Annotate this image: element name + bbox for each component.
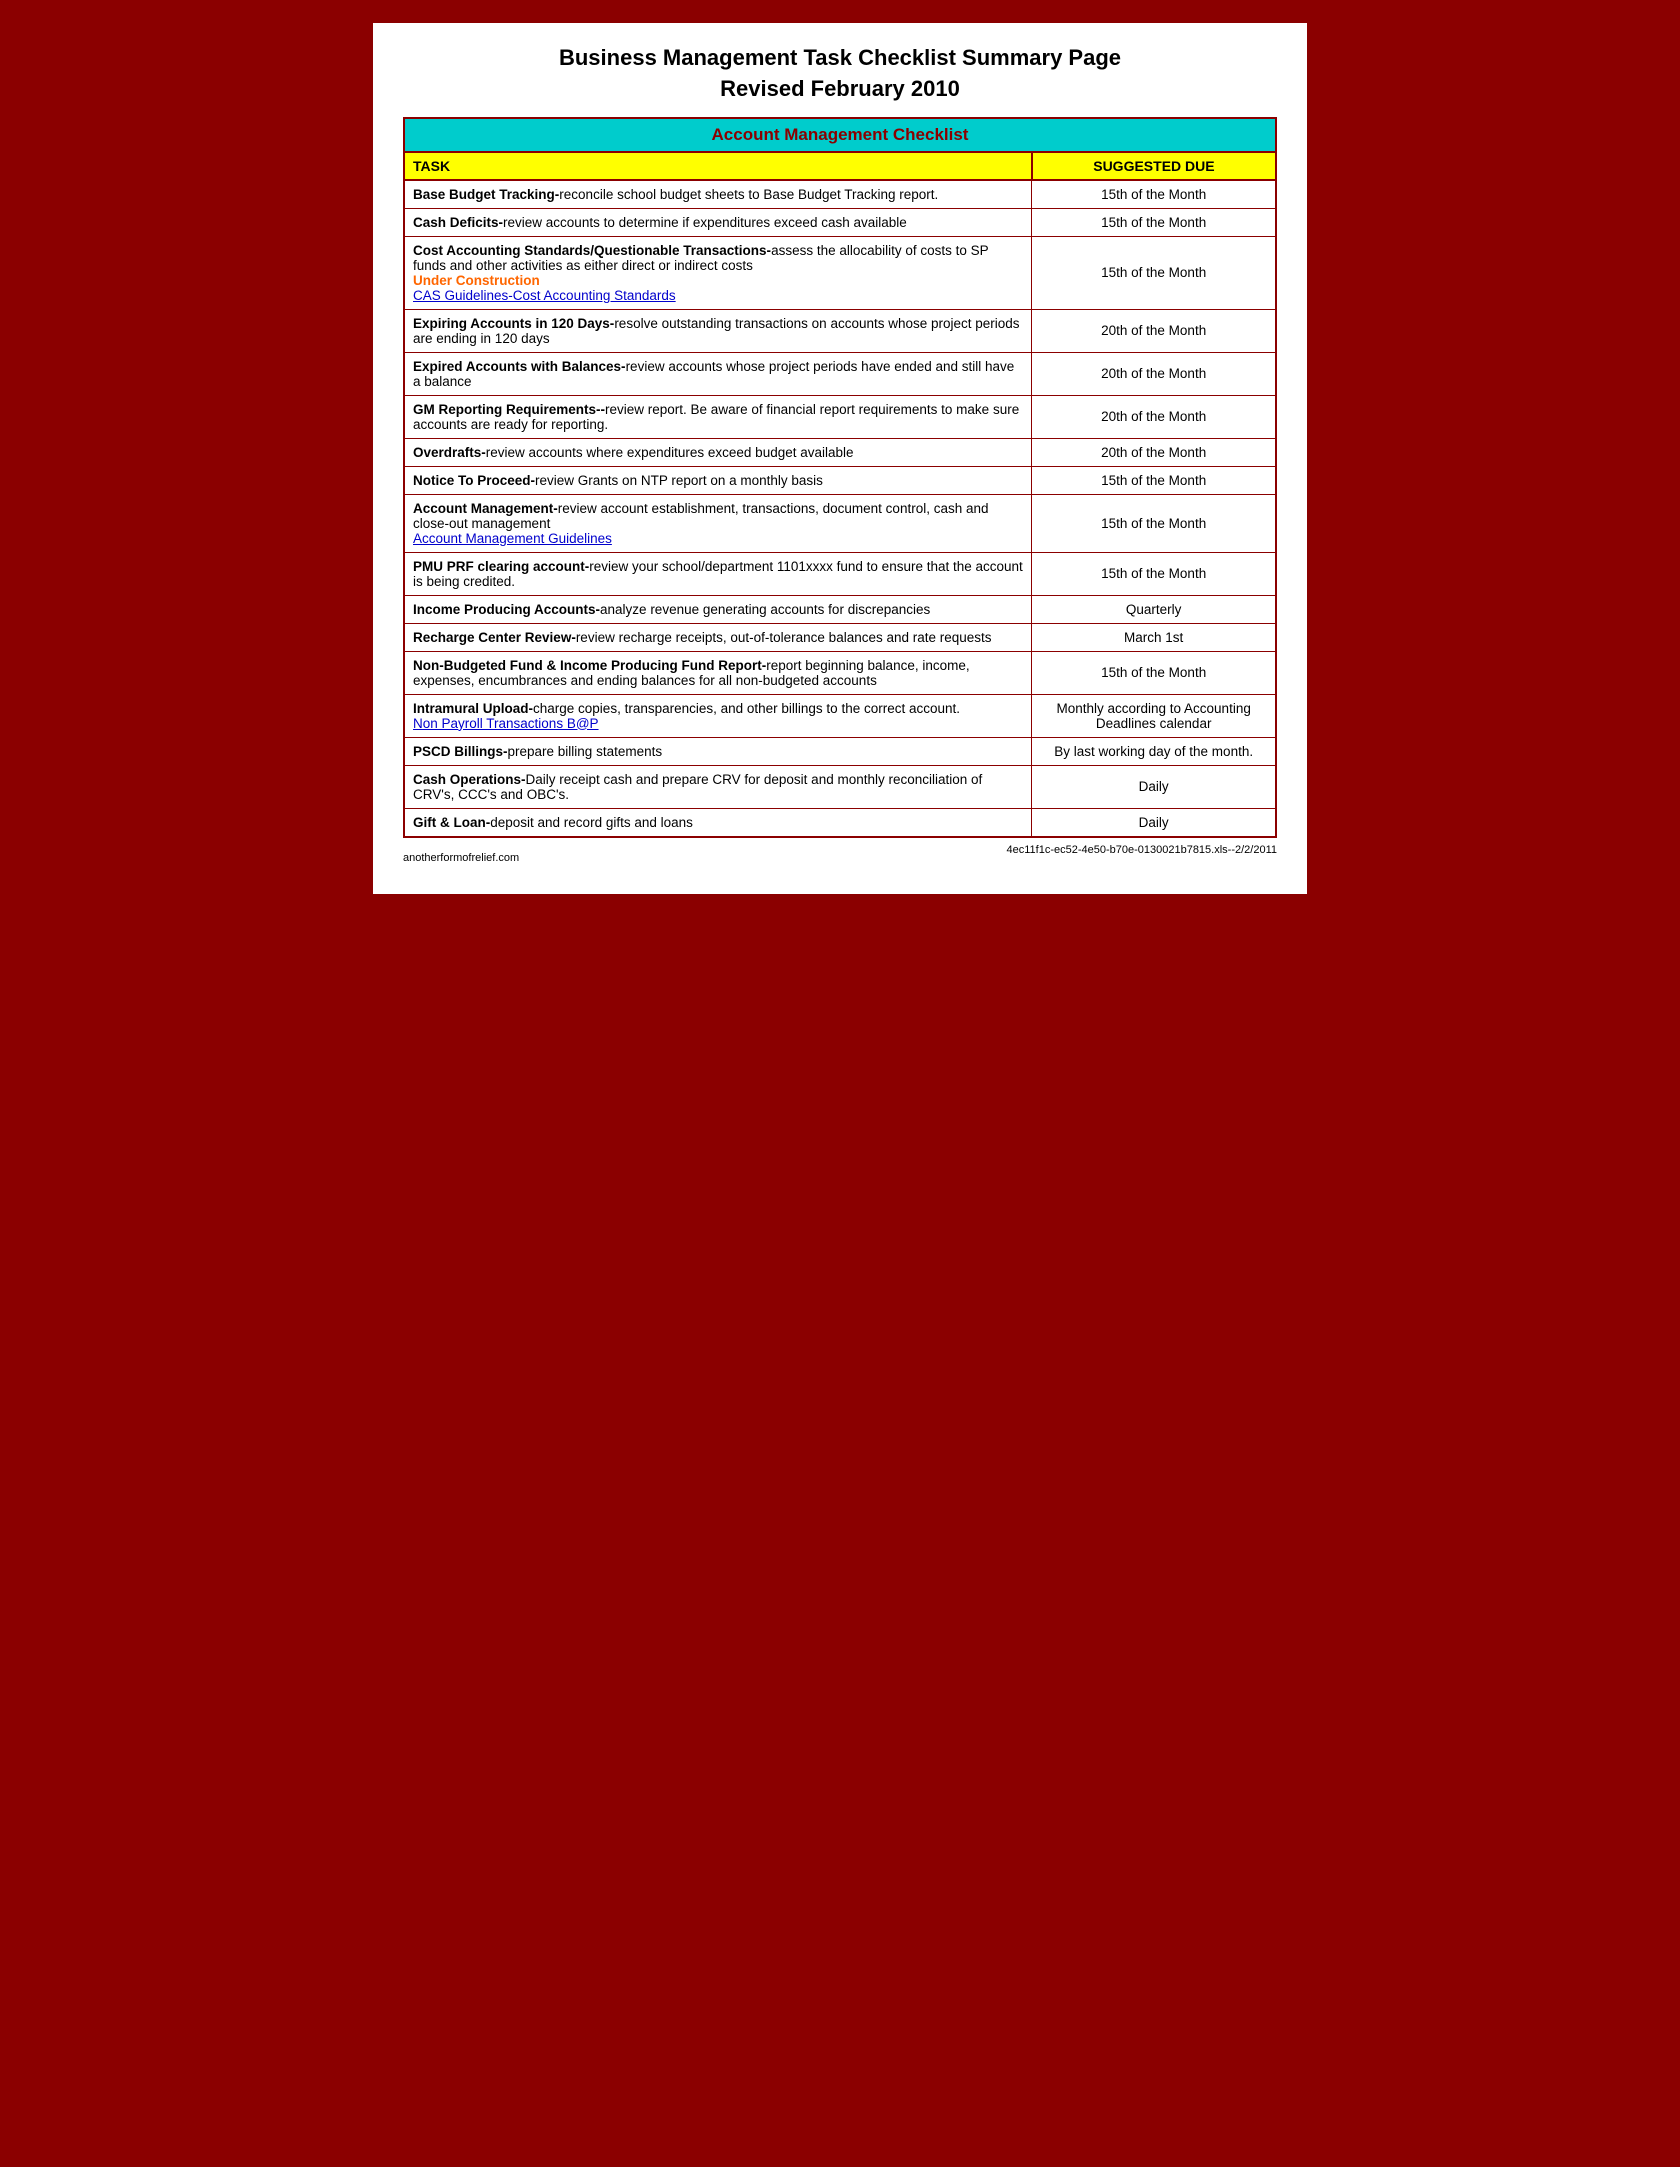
page-title: Business Management Task Checklist Summa…	[403, 43, 1277, 105]
due-cell: Monthly according to Accounting Deadline…	[1032, 694, 1276, 737]
task-bold-text: Gift & Loan-	[413, 815, 490, 830]
table-row: Cash Operations-Daily receipt cash and p…	[404, 765, 1276, 808]
task-cell: PMU PRF clearing account-review your sch…	[404, 552, 1032, 595]
due-cell: March 1st	[1032, 623, 1276, 651]
due-cell: 15th of the Month	[1032, 236, 1276, 309]
task-bold-text: Account Management-	[413, 501, 558, 516]
task-cell: Notice To Proceed-review Grants on NTP r…	[404, 466, 1032, 494]
due-cell: 20th of the Month	[1032, 438, 1276, 466]
table-row: Non-Budgeted Fund & Income Producing Fun…	[404, 651, 1276, 694]
table-row: Gift & Loan-deposit and record gifts and…	[404, 808, 1276, 837]
footer-right: 4ec11f1c-ec52-4e50-b70e-0130021b7815.xls…	[1006, 844, 1277, 864]
task-cell: Income Producing Accounts-analyze revenu…	[404, 595, 1032, 623]
checklist-table: Account Management Checklist TASK SUGGES…	[403, 117, 1277, 838]
task-bold-text: Cash Operations-	[413, 772, 526, 787]
task-cell: GM Reporting Requirements--review report…	[404, 395, 1032, 438]
due-cell: 15th of the Month	[1032, 180, 1276, 209]
table-row: Income Producing Accounts-analyze revenu…	[404, 595, 1276, 623]
table-row: Intramural Upload-charge copies, transpa…	[404, 694, 1276, 737]
table-row: PSCD Billings-prepare billing statements…	[404, 737, 1276, 765]
task-cell: Cost Accounting Standards/Questionable T…	[404, 236, 1032, 309]
due-cell: 15th of the Month	[1032, 466, 1276, 494]
table-row: Base Budget Tracking-reconcile school bu…	[404, 180, 1276, 209]
due-cell: By last working day of the month.	[1032, 737, 1276, 765]
task-cell: Cash Operations-Daily receipt cash and p…	[404, 765, 1032, 808]
task-cell: Account Management-review account establ…	[404, 494, 1032, 552]
table-row: PMU PRF clearing account-review your sch…	[404, 552, 1276, 595]
due-cell: Daily	[1032, 808, 1276, 837]
task-link[interactable]: Account Management Guidelines	[413, 531, 1023, 546]
task-link[interactable]: Non Payroll Transactions B@P	[413, 716, 1023, 731]
task-bold-text: Cost Accounting Standards/Questionable T…	[413, 243, 771, 258]
due-cell: 15th of the Month	[1032, 552, 1276, 595]
table-row: GM Reporting Requirements--review report…	[404, 395, 1276, 438]
task-cell: Gift & Loan-deposit and record gifts and…	[404, 808, 1032, 837]
task-bold-text: Cash Deficits-	[413, 215, 503, 230]
table-row: Account Management-review account establ…	[404, 494, 1276, 552]
task-cell: Intramural Upload-charge copies, transpa…	[404, 694, 1032, 737]
task-cell: Cash Deficits-review accounts to determi…	[404, 208, 1032, 236]
task-link[interactable]: CAS Guidelines-Cost Accounting Standards	[413, 288, 1023, 303]
table-row: Expiring Accounts in 120 Days-resolve ou…	[404, 309, 1276, 352]
task-cell: Base Budget Tracking-reconcile school bu…	[404, 180, 1032, 209]
table-row: Cash Deficits-review accounts to determi…	[404, 208, 1276, 236]
due-cell: 15th of the Month	[1032, 208, 1276, 236]
due-cell: 20th of the Month	[1032, 352, 1276, 395]
col-task-header: TASK	[404, 152, 1032, 180]
task-cell: Non-Budgeted Fund & Income Producing Fun…	[404, 651, 1032, 694]
task-bold-text: Intramural Upload-	[413, 701, 533, 716]
due-cell: 15th of the Month	[1032, 651, 1276, 694]
task-cell: PSCD Billings-prepare billing statements	[404, 737, 1032, 765]
task-bold-text: Overdrafts-	[413, 445, 486, 460]
task-cell: Overdrafts-review accounts where expendi…	[404, 438, 1032, 466]
table-row: Expired Accounts with Balances-review ac…	[404, 352, 1276, 395]
header-title-row: Account Management Checklist	[404, 118, 1276, 152]
footer: anotherformofrelief.com 4ec11f1c-ec52-4e…	[403, 844, 1277, 864]
header-cols-row: TASK SUGGESTED DUE	[404, 152, 1276, 180]
under-construction-text: Under Construction	[413, 273, 1023, 288]
task-bold-text: Notice To Proceed-	[413, 473, 535, 488]
table-row: Overdrafts-review accounts where expendi…	[404, 438, 1276, 466]
task-bold-text: PMU PRF clearing account-	[413, 559, 589, 574]
due-cell: Quarterly	[1032, 595, 1276, 623]
due-cell: 20th of the Month	[1032, 309, 1276, 352]
table-row: Notice To Proceed-review Grants on NTP r…	[404, 466, 1276, 494]
task-bold-text: PSCD Billings-	[413, 744, 508, 759]
task-bold-text: Non-Budgeted Fund & Income Producing Fun…	[413, 658, 766, 673]
table-header-title: Account Management Checklist	[404, 118, 1276, 152]
task-cell: Recharge Center Review-review recharge r…	[404, 623, 1032, 651]
due-cell: 15th of the Month	[1032, 494, 1276, 552]
due-cell: 20th of the Month	[1032, 395, 1276, 438]
task-bold-text: Base Budget Tracking-	[413, 187, 559, 202]
task-bold-text: GM Reporting Requirements--	[413, 402, 605, 417]
task-cell: Expiring Accounts in 120 Days-resolve ou…	[404, 309, 1032, 352]
task-bold-text: Expiring Accounts in 120 Days-	[413, 316, 614, 331]
task-bold-text: Recharge Center Review-	[413, 630, 576, 645]
table-row: Cost Accounting Standards/Questionable T…	[404, 236, 1276, 309]
task-cell: Expired Accounts with Balances-review ac…	[404, 352, 1032, 395]
task-bold-text: Expired Accounts with Balances-	[413, 359, 626, 374]
due-cell: Daily	[1032, 765, 1276, 808]
table-row: Recharge Center Review-review recharge r…	[404, 623, 1276, 651]
task-bold-text: Income Producing Accounts-	[413, 602, 600, 617]
col-due-header: SUGGESTED DUE	[1032, 152, 1276, 180]
page-container: Business Management Task Checklist Summa…	[370, 20, 1310, 897]
footer-left: anotherformofrelief.com	[403, 852, 519, 864]
